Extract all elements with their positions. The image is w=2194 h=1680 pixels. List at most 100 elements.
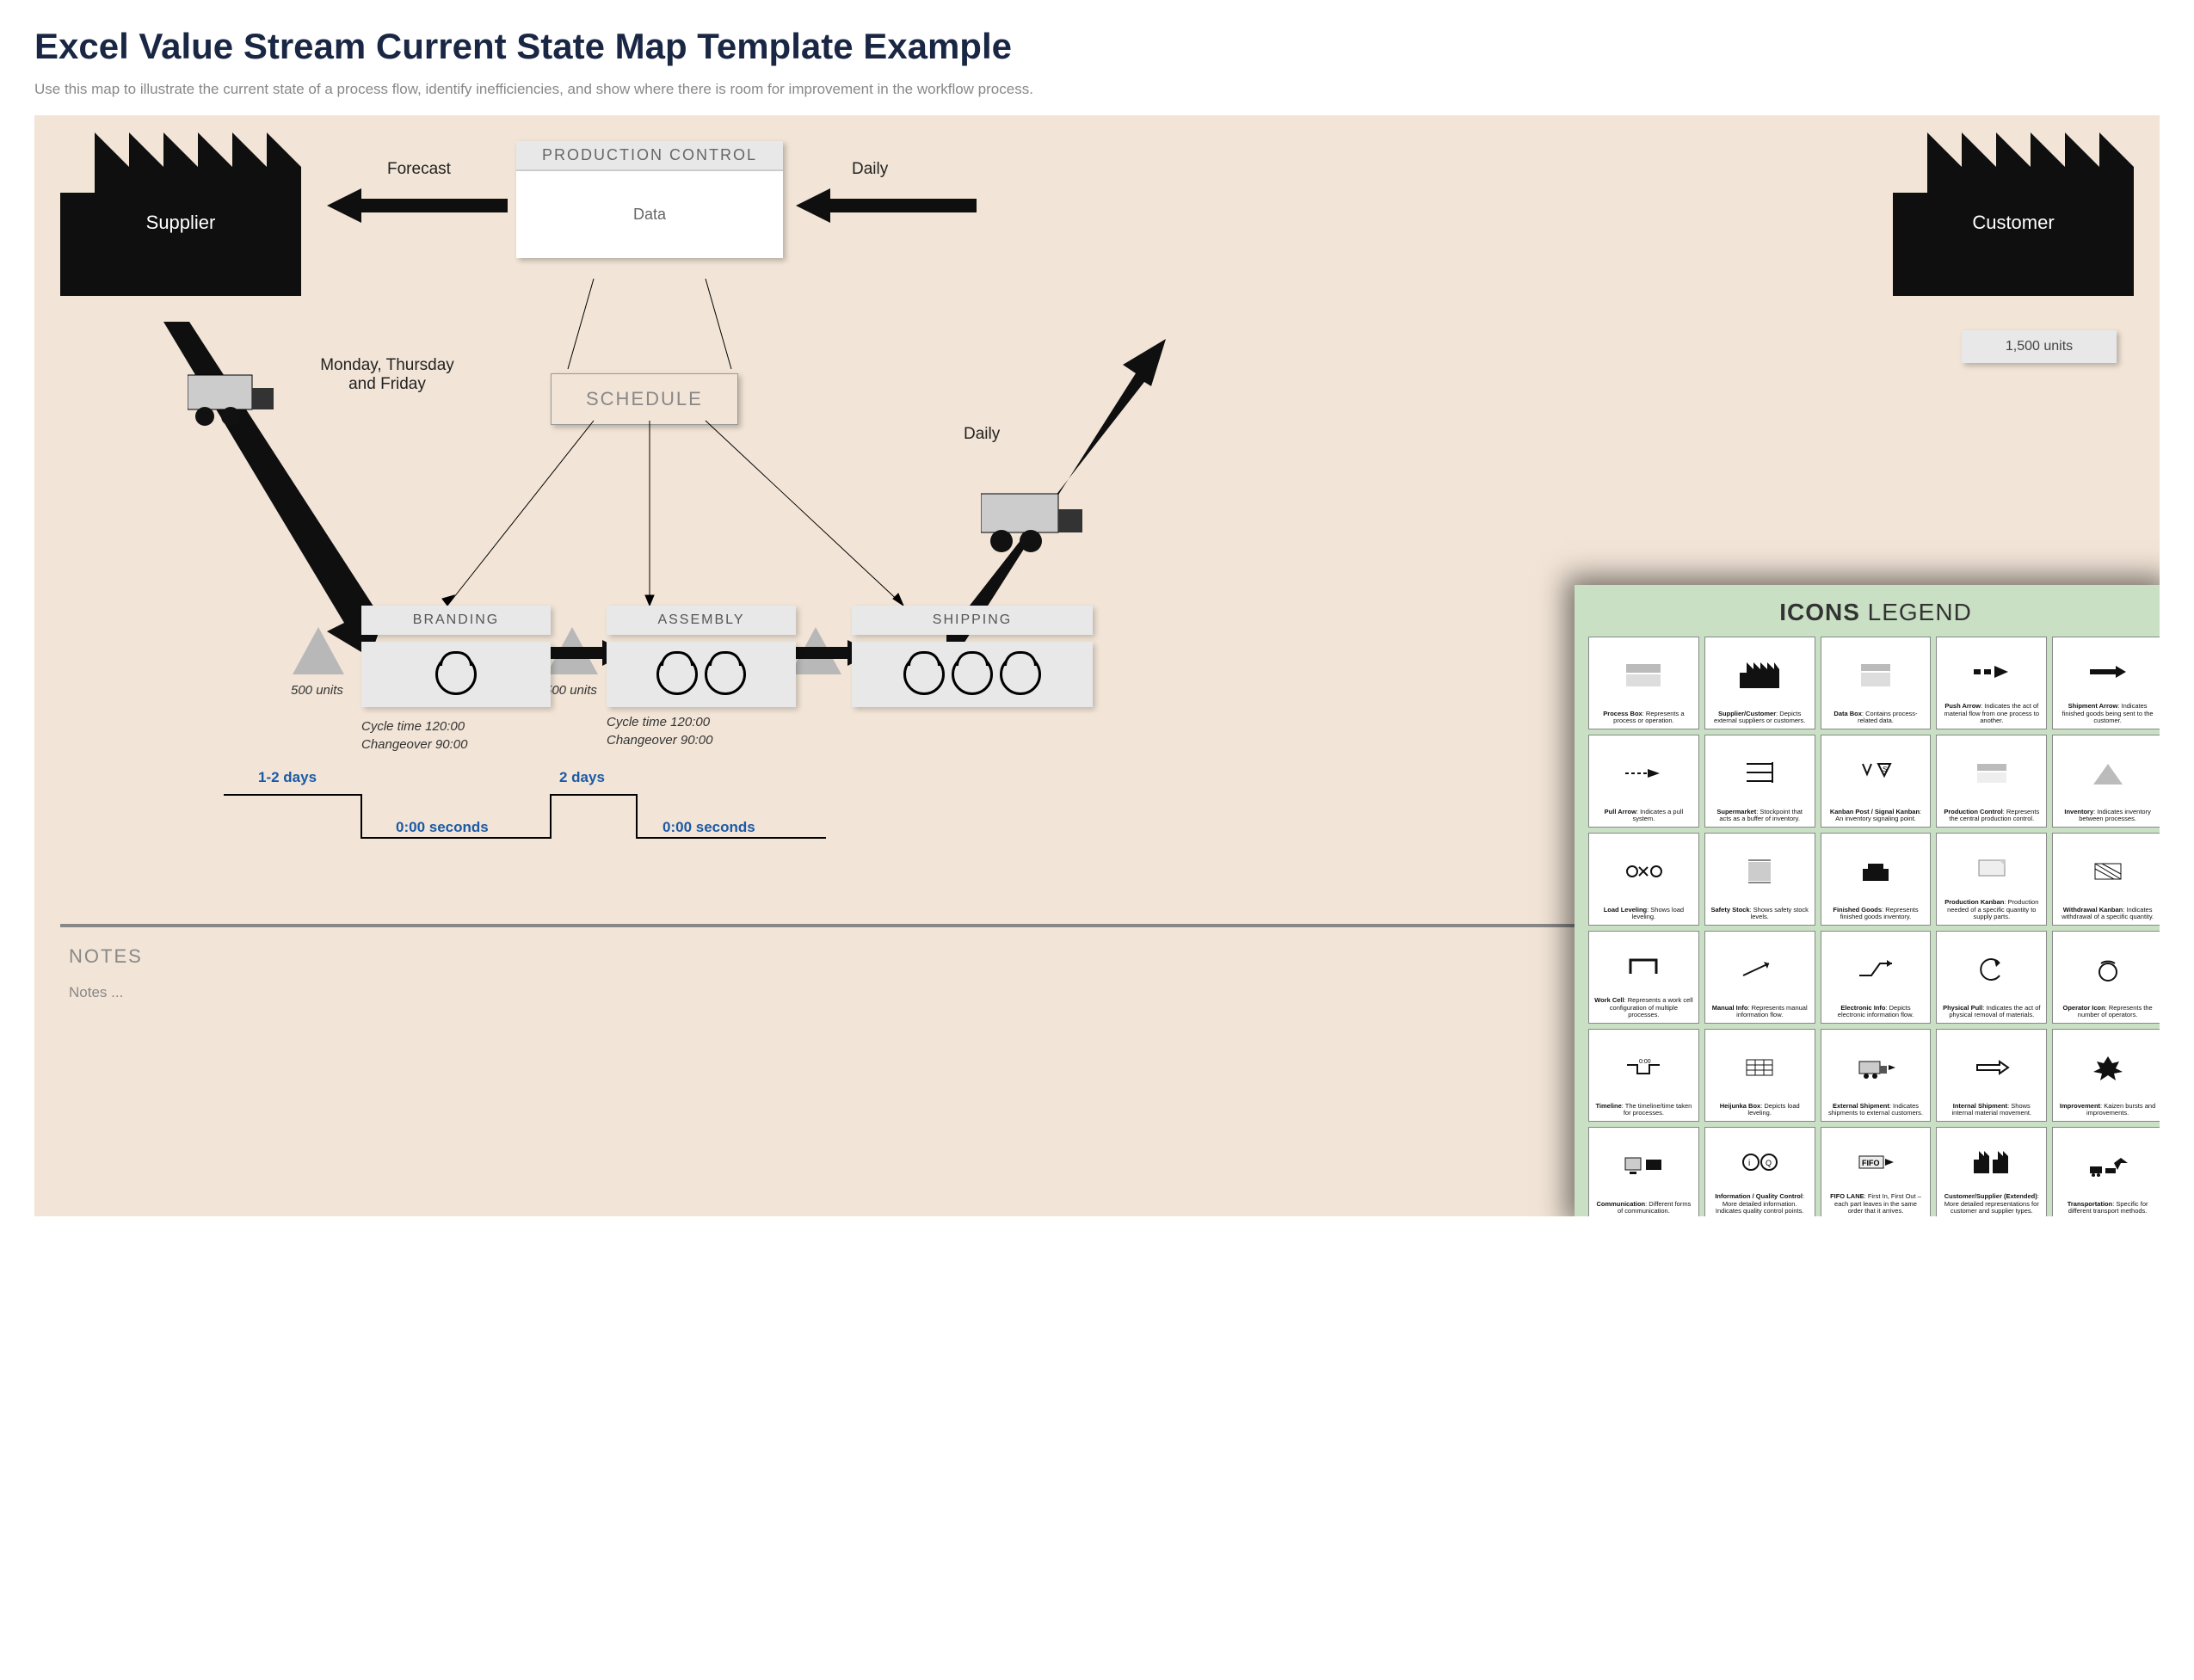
legend-cell: Work Cell: Represents a work cell config… (1588, 931, 1699, 1024)
operator-icon (952, 654, 993, 695)
legend-cell: FIFOFIFO LANE: First In, First Out – eac… (1821, 1127, 1932, 1216)
legend-icon (1940, 739, 2043, 809)
customer-units-box: 1,500 units (1962, 330, 2117, 363)
supplier-truck-icon (188, 366, 282, 431)
process-branding: BRANDING (361, 606, 551, 707)
legend-text: Timeline: The timeline/time taken for pr… (1593, 1103, 1695, 1117)
timeline-top2: 2 days (559, 769, 605, 786)
process-assembly-header: ASSEMBLY (607, 606, 796, 635)
supplier-ship-note: Monday, Thursday and Friday (318, 356, 456, 394)
legend-icon (2056, 935, 2159, 1005)
legend-cell: Supermarket: Stockpoint that acts as a b… (1704, 735, 1815, 828)
legend-icon (1709, 739, 1811, 809)
timeline-icon (224, 778, 826, 855)
process-shipping-header: SHIPPING (852, 606, 1093, 635)
process-shipping: SHIPPING (852, 606, 1093, 707)
legend-text: Shipment Arrow: Indicates finished goods… (2056, 703, 2159, 725)
legend-title: ICONS LEGEND (1588, 599, 2160, 626)
inventory2-label: 500 units (545, 683, 597, 698)
customer-ship-freq: Daily (964, 425, 1000, 444)
operator-icon (903, 654, 945, 695)
svg-text:FIFO: FIFO (1862, 1159, 1880, 1167)
legend-text: Work Cell: Represents a work cell config… (1593, 997, 1695, 1019)
legend-cell: External Shipment: Indicates shipments t… (1821, 1029, 1932, 1122)
legend-text: Production Kanban: Production needed of … (1940, 899, 2043, 921)
legend-cell: Finished Goods: Represents finished good… (1821, 833, 1932, 926)
process-shipping-body (852, 642, 1093, 707)
timeline-bot1: 0:00 seconds (396, 819, 489, 836)
legend-text: Production Control: Represents the centr… (1940, 809, 2043, 823)
legend-icon (2056, 1033, 2159, 1103)
legend-icon (1709, 641, 1811, 711)
legend-text: Customer/Supplier (Extended): More detai… (1940, 1193, 2043, 1215)
page-title: Excel Value Stream Current State Map Tem… (34, 26, 2160, 67)
legend-cell: Customer/Supplier (Extended): More detai… (1936, 1127, 2047, 1216)
legend-cell: Operator Icon: Represents the number of … (2052, 931, 2160, 1024)
legend-cell: Physical Pull: Indicates the act of phys… (1936, 931, 2047, 1024)
svg-text:0:00: 0:00 (1639, 1059, 1651, 1065)
legend-icon (1709, 935, 1811, 1005)
legend-icon (1709, 837, 1811, 907)
legend-text: Operator Icon: Represents the number of … (2056, 1005, 2159, 1019)
legend-cell: Inventory: Indicates inventory between p… (2052, 735, 2160, 828)
timeline-top1: 1-2 days (258, 769, 317, 786)
legend-icon (1593, 1131, 1695, 1201)
legend-text: Information / Quality Control: More deta… (1709, 1193, 1811, 1215)
icons-legend-panel: ICONS LEGEND Process Box: Represents a p… (1575, 585, 2160, 1216)
legend-icon: FIFO (1825, 1131, 1927, 1193)
legend-icon (1940, 641, 2043, 703)
vsm-canvas: Supplier Customer PRODUCTION CONTROL Dat… (34, 115, 2160, 1216)
legend-text: Withdrawal Kanban: Indicates withdrawal … (2056, 907, 2159, 921)
process-branding-body (361, 642, 551, 707)
page-subtitle: Use this map to illustrate the current s… (34, 81, 2160, 98)
legend-icon (1825, 837, 1927, 907)
customer-truck-icon (981, 485, 1093, 558)
legend-cell: Improvement: Kaizen bursts and improveme… (2052, 1029, 2160, 1122)
legend-text: External Shipment: Indicates shipments t… (1825, 1103, 1927, 1117)
legend-icon: S (1825, 739, 1927, 809)
legend-text: Finished Goods: Represents finished good… (1825, 907, 1927, 921)
legend-text: Physical Pull: Indicates the act of phys… (1940, 1005, 2043, 1019)
legend-cell: Production Kanban: Production needed of … (1936, 833, 2047, 926)
legend-text: Supplier/Customer: Depicts external supp… (1709, 711, 1811, 725)
legend-text: Process Box: Represents a process or ope… (1593, 711, 1695, 725)
legend-grid: Process Box: Represents a process or ope… (1588, 637, 2160, 1216)
process-branding-header: BRANDING (361, 606, 551, 635)
legend-icon (1940, 837, 2043, 899)
notes-header: NOTES (69, 945, 143, 968)
legend-cell: SKanban Post / Signal Kanban: An invento… (1821, 735, 1932, 828)
operator-icon (656, 654, 698, 695)
legend-text: Pull Arrow: Indicates a pull system. (1593, 809, 1695, 823)
legend-icon (2056, 641, 2159, 703)
legend-icon (1825, 935, 1927, 1005)
legend-text: Supermarket: Stockpoint that acts as a b… (1709, 809, 1811, 823)
legend-icon (1940, 1033, 2043, 1103)
process-branding-meta: Cycle time 120:00 Changeover 90:00 (361, 717, 467, 754)
legend-text: Transportation: Specific for different t… (2056, 1201, 2159, 1215)
process-assembly: ASSEMBLY (607, 606, 796, 707)
legend-icon (1825, 1033, 1927, 1103)
legend-text: Improvement: Kaizen bursts and improveme… (2056, 1103, 2159, 1117)
legend-text: Internal Shipment: Shows internal materi… (1940, 1103, 2043, 1117)
legend-cell: Process Box: Represents a process or ope… (1588, 637, 1699, 729)
legend-text: Communication: Different forms of commun… (1593, 1201, 1695, 1215)
legend-cell: Electronic Info: Depicts electronic info… (1821, 931, 1932, 1024)
legend-icon (1940, 1131, 2043, 1193)
legend-cell: Pull Arrow: Indicates a pull system. (1588, 735, 1699, 828)
legend-icon (1709, 1033, 1811, 1103)
legend-cell: Transportation: Specific for different t… (2052, 1127, 2160, 1216)
legend-text: Push Arrow: Indicates the act of materia… (1940, 703, 2043, 725)
svg-text:Q: Q (1766, 1159, 1772, 1167)
legend-icon (1593, 837, 1695, 907)
operator-icon (705, 654, 746, 695)
legend-cell: Production Control: Represents the centr… (1936, 735, 2047, 828)
legend-icon (1593, 739, 1695, 809)
operator-icon (435, 654, 477, 695)
legend-icon (1825, 641, 1927, 711)
legend-icon (2056, 837, 2159, 907)
legend-cell: 0:00 Timeline: The timeline/time taken fo… (1588, 1029, 1699, 1122)
svg-text:i: i (1748, 1159, 1750, 1168)
legend-cell: Data Box: Contains process-related data. (1821, 637, 1932, 729)
legend-cell: Withdrawal Kanban: Indicates withdrawal … (2052, 833, 2160, 926)
legend-icon: 0:00 (1593, 1033, 1695, 1103)
